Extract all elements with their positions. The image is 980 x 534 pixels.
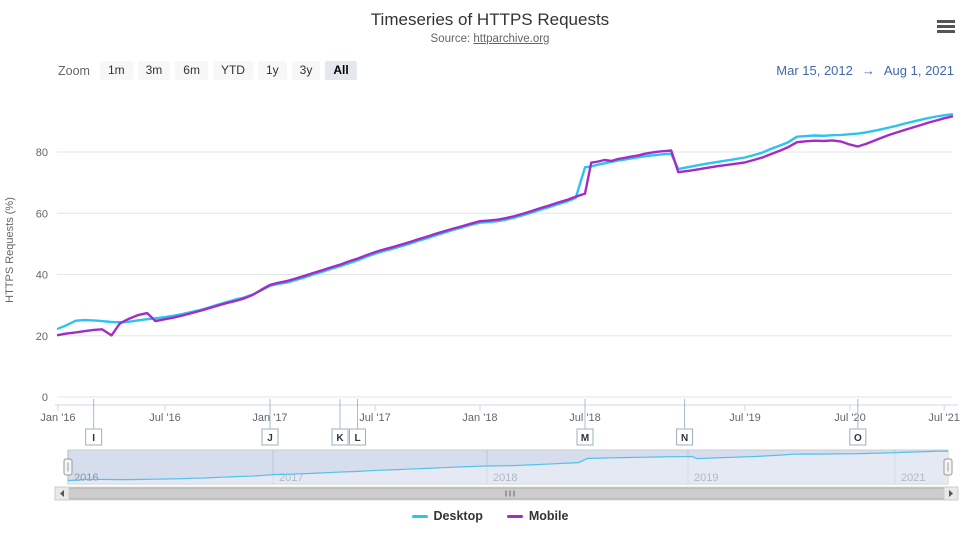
flag-label: M	[581, 433, 589, 444]
flag-label: J	[267, 433, 273, 444]
scrollbar-right-arrow[interactable]	[943, 486, 959, 501]
scrollbar-left-arrow[interactable]	[54, 486, 70, 501]
legend-line-marker-icon	[506, 514, 523, 518]
plot-canvas: 020406080Jan '16 Jul '16 Jan '17 Jul '17 Jan…	[36, 113, 960, 501]
legend-label: Desktop	[433, 509, 483, 523]
flag-N[interactable]: N	[676, 399, 694, 446]
flag-I[interactable]: I	[85, 399, 103, 446]
x-axis-label: Jul '21	[928, 412, 959, 424]
flag-label: O	[854, 433, 862, 444]
navigator-left-handle[interactable]	[63, 458, 73, 476]
navigator-right-handle[interactable]	[943, 458, 953, 476]
legend-label: Mobile	[528, 509, 569, 523]
x-axis-label: Jul '19	[729, 412, 760, 424]
series-desktop-line[interactable]	[56, 113, 953, 330]
legend-item-desktop[interactable]: Desktop	[411, 509, 483, 523]
y-axis-label: 80	[36, 147, 48, 159]
y-axis-label: 60	[36, 208, 48, 220]
flag-label: L	[354, 433, 360, 444]
https-timeseries-chart: Timeseries of HTTPS Requests Source: htt…	[0, 0, 980, 534]
flag-label: K	[336, 433, 344, 444]
x-axis-label: Jul '20	[834, 412, 865, 424]
x-axis-label: Jul '17	[359, 412, 390, 424]
flag-label: I	[92, 433, 95, 444]
series-group	[56, 113, 953, 337]
flag-K[interactable]: K	[331, 399, 349, 446]
y-axis-label: 20	[36, 331, 48, 343]
x-axis-label: Jan '18	[462, 412, 497, 424]
legend-item-mobile[interactable]: Mobile	[506, 509, 569, 523]
legend-line-marker-icon	[411, 514, 428, 518]
x-axis-label: Jan '16	[40, 412, 75, 424]
legend: Desktop Mobile	[0, 509, 980, 523]
series-mobile-line[interactable]	[56, 115, 953, 337]
y-axis-label: 0	[42, 392, 48, 404]
x-axis-label: Jul '16	[149, 412, 180, 424]
flag-label: N	[681, 433, 688, 444]
y-axis-label: 40	[36, 270, 48, 282]
